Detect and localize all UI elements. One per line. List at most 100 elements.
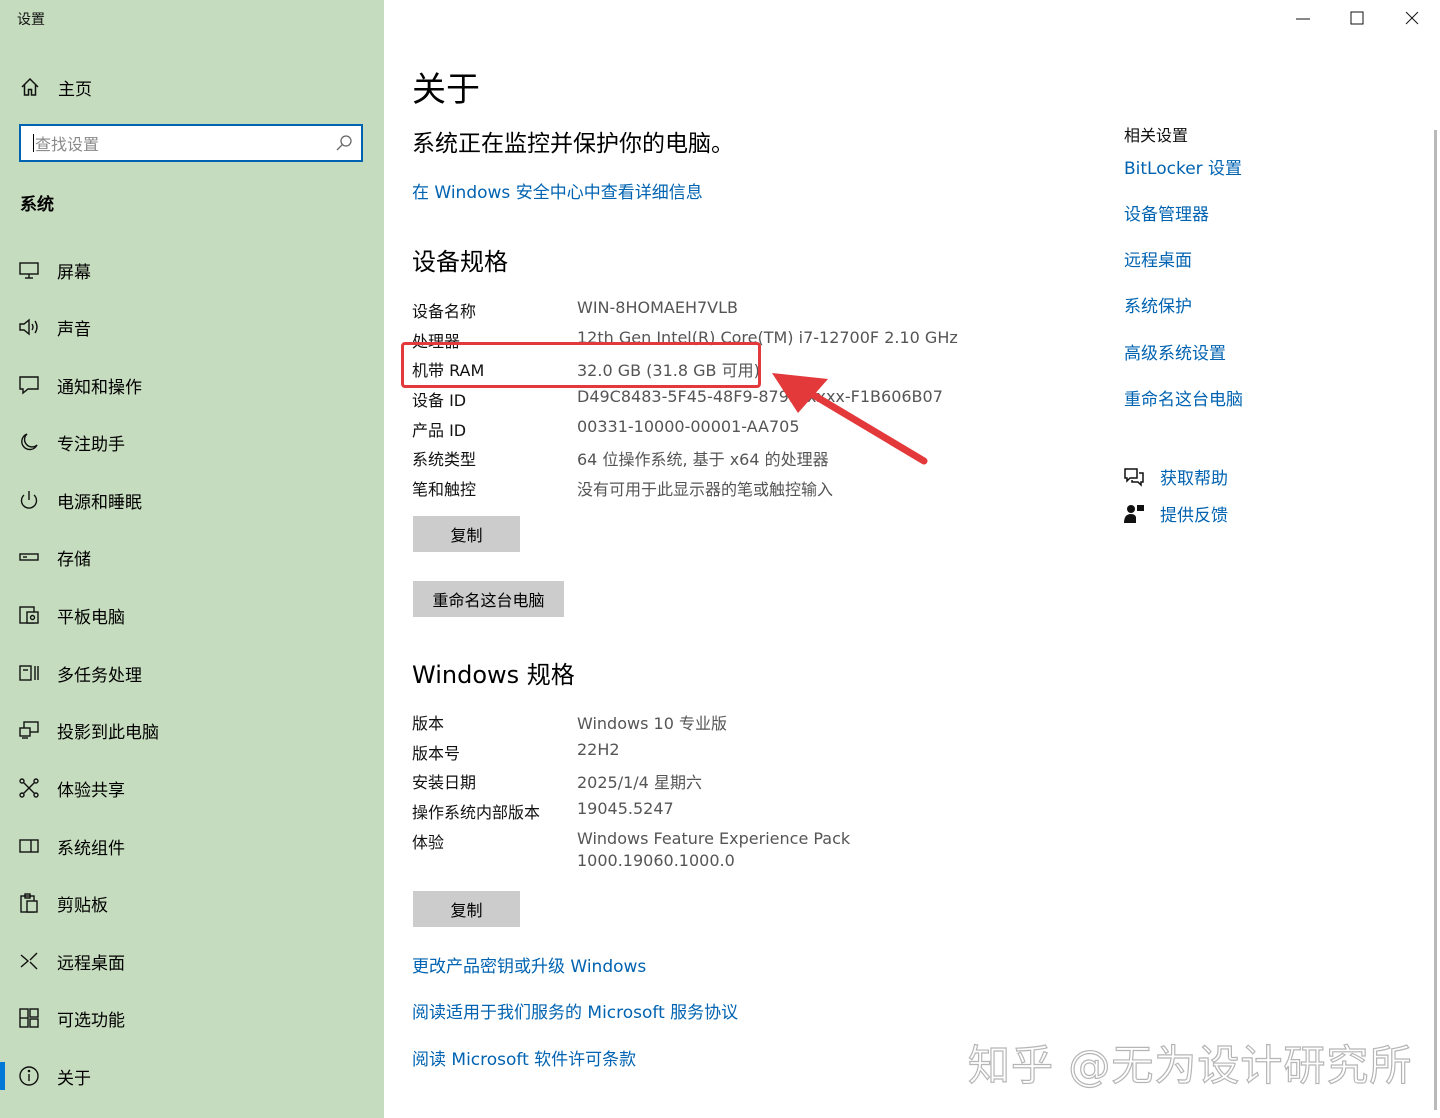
- sidebar-item-remote-desktop[interactable]: 远程桌面: [0, 938, 384, 984]
- spec-value: 2025/1/4 星期六: [577, 773, 702, 792]
- search-icon[interactable]: [335, 134, 353, 152]
- moon-icon: [21, 433, 38, 451]
- project-icon: [19, 721, 39, 739]
- sidebar-item-label: 系统组件: [57, 839, 125, 859]
- sidebar-item-tablet[interactable]: 平板电脑: [0, 592, 384, 638]
- sidebar-item-label: 可选功能: [57, 1011, 125, 1031]
- sidebar-item-focus-assist[interactable]: 专注助手: [0, 419, 384, 465]
- sidebar-item-label: 电源和睡眠: [57, 493, 142, 513]
- notification-icon: [19, 376, 39, 395]
- spec-key: 系统类型: [412, 450, 477, 469]
- related-link-advanced-settings[interactable]: 高级系统设置: [1124, 339, 1226, 364]
- copy-device-specs-button[interactable]: 复制: [413, 516, 520, 552]
- related-link-device-manager[interactable]: 设备管理器: [1124, 200, 1209, 225]
- copy-windows-specs-button[interactable]: 复制: [413, 891, 520, 927]
- spec-key: 设备 ID: [412, 391, 467, 410]
- sidebar-item-notifications[interactable]: 通知和操作: [0, 362, 384, 408]
- spec-value: 1000.19060.1000.0: [577, 851, 735, 870]
- components-icon: [19, 839, 39, 853]
- sidebar: 设置 主页 系统 屏幕 声音 通知和操作 专注助手 电源和睡眠 存储: [0, 0, 384, 1118]
- related-settings-title: 相关设置: [1124, 126, 1189, 145]
- related-link-bitlocker[interactable]: BitLocker 设置: [1124, 154, 1242, 179]
- home-icon: [21, 77, 39, 96]
- close-icon[interactable]: [1397, 6, 1427, 32]
- feedback-row[interactable]: 提供反馈: [1122, 501, 1228, 526]
- sidebar-item-sound[interactable]: 声音: [0, 304, 384, 350]
- spec-key: 笔和触控: [412, 480, 477, 499]
- spec-value: 19045.5247: [577, 799, 674, 818]
- spec-value: WIN-8HOMAEH7VLB: [577, 298, 738, 317]
- tablet-icon: [19, 606, 39, 624]
- spec-value: 22H2: [577, 740, 620, 759]
- rename-pc-button[interactable]: 重命名这台电脑: [413, 581, 564, 617]
- maximize-icon[interactable]: [1342, 6, 1372, 32]
- page-title: 关于: [412, 70, 480, 110]
- sidebar-item-label: 通知和操作: [57, 378, 142, 398]
- sidebar-item-shared-experiences[interactable]: 体验共享: [0, 765, 384, 811]
- windows-specs-heading: Windows 规格: [412, 661, 575, 689]
- spec-key: 操作系统内部版本: [412, 803, 541, 822]
- related-link-rename-pc[interactable]: 重命名这台电脑: [1124, 385, 1243, 410]
- sidebar-item-label: 关于: [57, 1069, 91, 1089]
- sidebar-item-label: 声音: [57, 320, 91, 340]
- sidebar-home[interactable]: 主页: [20, 74, 92, 100]
- share-icon: [19, 778, 39, 798]
- sidebar-item-label: 专注助手: [57, 435, 125, 455]
- watermark: 知乎 @无为设计研究所: [967, 1040, 1413, 1090]
- multitask-icon: [19, 665, 39, 681]
- spec-value: 没有可用于此显示器的笔或触控输入: [577, 480, 834, 499]
- sidebar-item-label: 投影到此电脑: [57, 723, 159, 743]
- speaker-icon: [19, 318, 38, 336]
- annotation-arrow-icon: [772, 373, 928, 465]
- spec-key: 版本号: [412, 744, 461, 763]
- text-caret: [33, 134, 34, 152]
- sidebar-item-label: 体验共享: [57, 781, 125, 801]
- sidebar-item-label: 剪贴板: [57, 896, 108, 916]
- annotation-highlight-box: [401, 342, 761, 388]
- spec-key: 版本: [412, 714, 445, 733]
- sidebar-item-label: 平板电脑: [57, 608, 125, 628]
- services-agreement-link[interactable]: 阅读适用于我们服务的 Microsoft 服务协议: [412, 998, 738, 1023]
- protection-status: 系统正在监控并保护你的电脑。: [412, 131, 734, 157]
- get-help-row[interactable]: 获取帮助: [1122, 464, 1228, 489]
- spec-value: Windows 10 专业版: [577, 714, 727, 733]
- info-icon: [19, 1066, 39, 1086]
- spec-value: Windows Feature Experience Pack: [577, 829, 851, 848]
- sidebar-item-system-components[interactable]: 系统组件: [0, 823, 384, 869]
- sidebar-item-label: 存储: [57, 550, 91, 570]
- scrollbar[interactable]: [1434, 130, 1437, 1110]
- related-link-system-protection[interactable]: 系统保护: [1124, 292, 1192, 317]
- power-icon: [20, 491, 38, 509]
- sidebar-item-display[interactable]: 屏幕: [0, 247, 384, 293]
- sidebar-section-title: 系统: [20, 195, 54, 215]
- spec-key: 设备名称: [412, 302, 477, 321]
- sidebar-item-about[interactable]: 关于: [0, 1053, 384, 1099]
- sidebar-item-multitasking[interactable]: 多任务处理: [0, 650, 384, 696]
- get-help-label[interactable]: 获取帮助: [1160, 464, 1228, 489]
- feedback-icon: [1124, 504, 1144, 523]
- device-specs-heading: 设备规格: [412, 248, 508, 276]
- spec-key: 体验: [412, 833, 445, 852]
- sidebar-item-clipboard[interactable]: 剪贴板: [0, 880, 384, 926]
- monitor-icon: [19, 262, 39, 279]
- search-box[interactable]: [19, 124, 363, 162]
- sidebar-item-project[interactable]: 投影到此电脑: [0, 707, 384, 753]
- sidebar-item-power[interactable]: 电源和睡眠: [0, 477, 384, 523]
- change-product-key-link[interactable]: 更改产品密钥或升级 Windows: [412, 952, 646, 977]
- remote-icon: [20, 952, 38, 970]
- minimize-icon[interactable]: [1288, 6, 1318, 32]
- clipboard-icon: [20, 893, 38, 913]
- sidebar-item-optional-features[interactable]: 可选功能: [0, 995, 384, 1041]
- related-link-remote-desktop[interactable]: 远程桌面: [1124, 246, 1192, 271]
- sidebar-item-label: 远程桌面: [57, 954, 125, 974]
- sidebar-home-label: 主页: [58, 79, 92, 100]
- search-input[interactable]: [33, 126, 337, 162]
- security-center-link[interactable]: 在 Windows 安全中心中查看详细信息: [412, 178, 703, 203]
- feedback-label[interactable]: 提供反馈: [1160, 501, 1228, 526]
- sidebar-item-storage[interactable]: 存储: [0, 534, 384, 580]
- help-chat-icon: [1124, 467, 1144, 487]
- license-terms-link[interactable]: 阅读 Microsoft 软件许可条款: [412, 1045, 636, 1070]
- app-title: 设置: [17, 12, 45, 28]
- sidebar-item-label: 屏幕: [57, 263, 91, 283]
- sidebar-item-label: 多任务处理: [57, 666, 142, 686]
